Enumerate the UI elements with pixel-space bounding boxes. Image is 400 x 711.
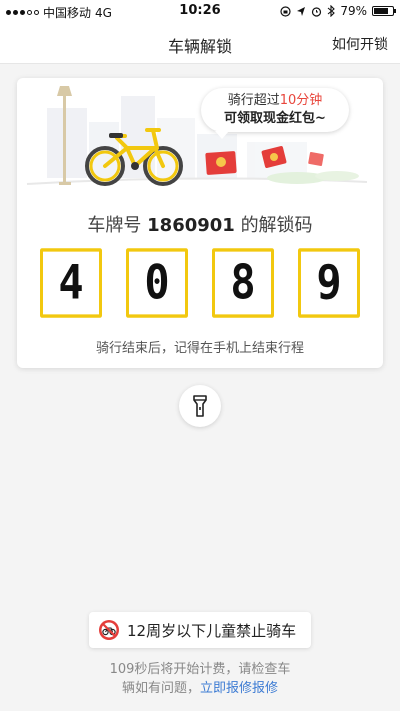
code-digit-1: 4: [40, 248, 102, 318]
age-restriction-notice: 12周岁以下儿童禁止骑车: [89, 612, 311, 648]
battery-icon: [372, 6, 396, 16]
status-icons: 79%: [280, 4, 396, 18]
location-icon: [297, 6, 306, 16]
alarm-icon: [312, 6, 322, 17]
billing-notice: 109秒后将开始计费，请检查车 辆如有问题，立即报修报修: [0, 660, 400, 698]
unlock-code: 4 0 8 9: [40, 248, 360, 318]
plate-prefix: 车牌号: [87, 215, 142, 236]
how-to-unlock-link[interactable]: 如何开锁: [332, 34, 388, 54]
status-bar: 中国移动 4G 10:26 79%: [0, 0, 400, 22]
promo-duration: 10分钟: [279, 93, 323, 108]
plate-number: 1860901: [147, 215, 235, 236]
promo-line-1: 骑行超过10分钟: [201, 92, 349, 110]
code-digit-4: 9: [298, 248, 360, 318]
age-restriction-text: 12周岁以下儿童禁止骑车: [127, 622, 297, 640]
screen-lock-icon: [280, 5, 291, 17]
promo-prefix: 骑行超过: [227, 93, 280, 108]
flashlight-button[interactable]: [179, 385, 221, 427]
end-trip-hint: 骑行结束后，记得在手机上结束行程: [95, 341, 304, 356]
plate-label: 车牌号 1860901 的解锁码: [17, 211, 383, 237]
code-digit-2: 0: [126, 248, 188, 318]
unlock-code-card: 骑行超过10分钟 可领取现金红包~ 车牌号 1860901 的解锁码 4 0 8…: [17, 78, 383, 368]
report-repair-link[interactable]: 立即报修报修: [200, 681, 278, 696]
promo-bubble: 骑行超过10分钟 可领取现金红包~: [201, 88, 349, 139]
promo-line-2: 可领取现金红包~: [224, 111, 326, 126]
flashlight-icon: [193, 395, 207, 417]
code-digit-3: 8: [212, 248, 274, 318]
billing-line-2-prefix: 辆如有问题，: [121, 681, 200, 696]
battery-percent: 79%: [340, 4, 367, 18]
bluetooth-icon: [327, 5, 336, 17]
no-bicycle-icon: [99, 620, 119, 640]
plate-suffix: 的解锁码: [240, 215, 313, 236]
nav-bar: 车辆解锁 如何开锁: [0, 22, 400, 64]
billing-line-2: 辆如有问题，立即报修报修: [0, 679, 400, 698]
billing-line-1: 109秒后将开始计费，请检查车: [109, 662, 291, 677]
